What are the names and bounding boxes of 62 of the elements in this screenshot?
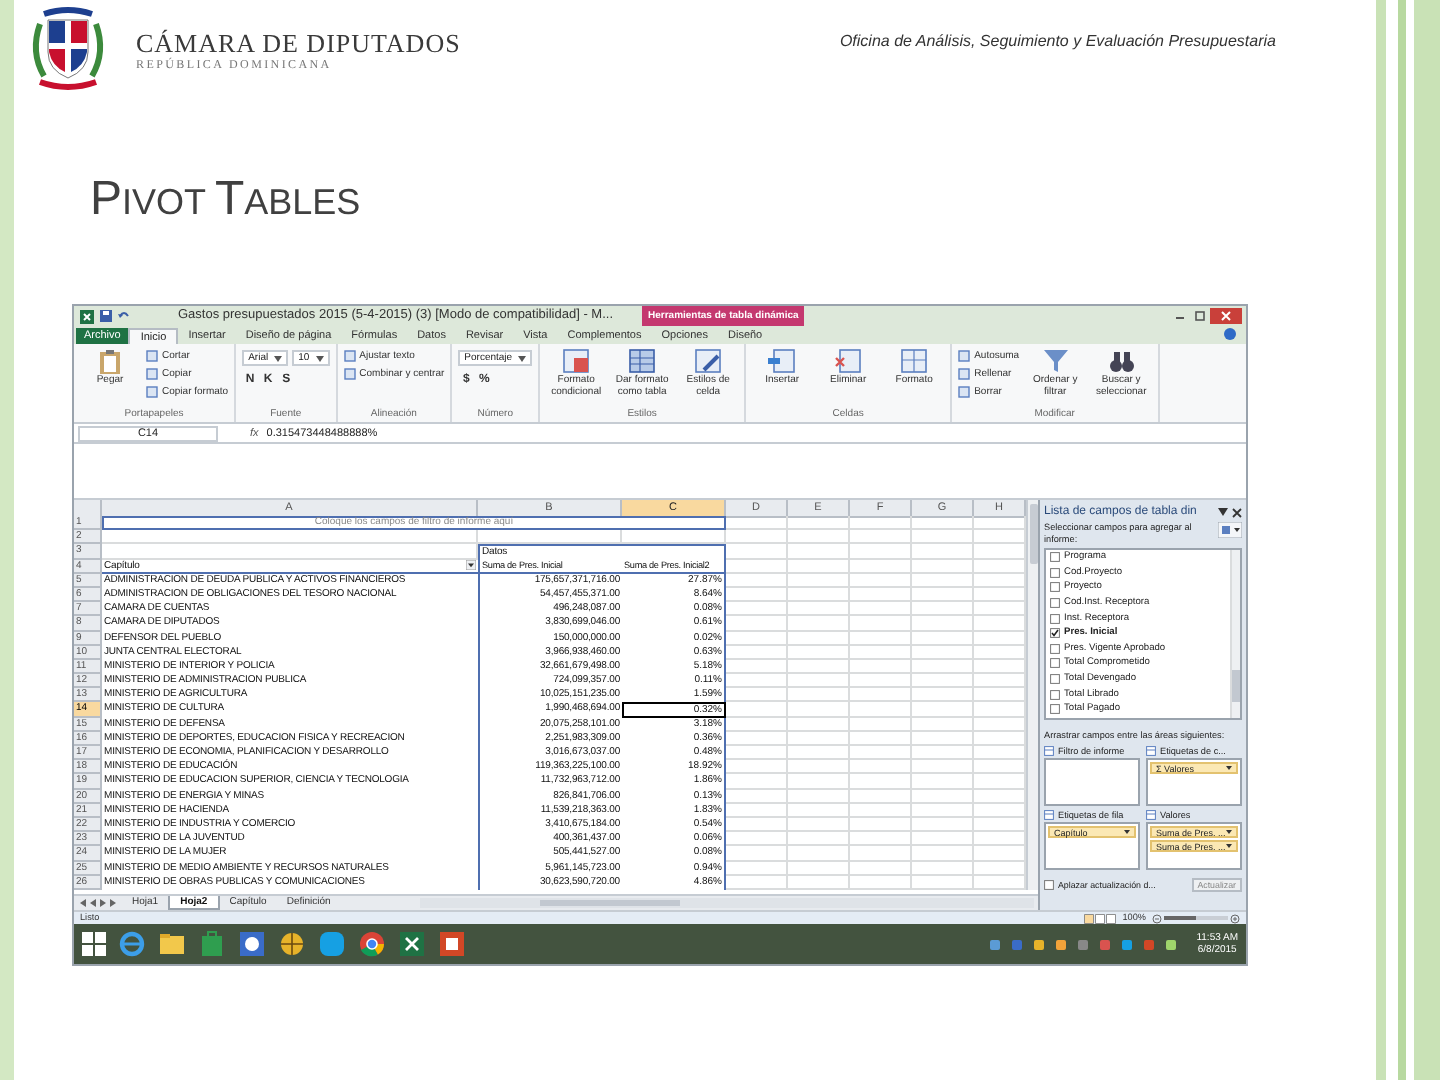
table-icon xyxy=(562,348,591,374)
area-icon xyxy=(1044,810,1054,820)
checkbox[interactable] xyxy=(1050,598,1060,609)
slide-title: PIVOT TABLES xyxy=(90,172,361,230)
caret-icon xyxy=(518,355,527,361)
browser-icon[interactable] xyxy=(118,930,146,958)
table-icon xyxy=(900,348,929,374)
vertical-scrollbar[interactable] xyxy=(1230,550,1240,718)
checkbox[interactable] xyxy=(1050,552,1060,563)
table-icon xyxy=(694,348,723,374)
folder-icon[interactable] xyxy=(158,930,186,958)
empty-cell[interactable] xyxy=(622,544,726,560)
checkbox[interactable] xyxy=(1050,628,1060,639)
layout-icon[interactable] xyxy=(1218,522,1242,538)
globe-icon[interactable] xyxy=(278,930,306,958)
area-icon xyxy=(1146,810,1156,820)
table-icon xyxy=(834,348,863,374)
vertical-scrollbar[interactable] xyxy=(1026,500,1038,890)
close-icon[interactable] xyxy=(1210,308,1242,324)
caret-icon xyxy=(1124,830,1130,834)
presentation-icon[interactable] xyxy=(438,930,466,958)
checkbox[interactable] xyxy=(1050,643,1060,654)
media-icon[interactable] xyxy=(238,930,266,958)
checkbox[interactable] xyxy=(1044,879,1054,889)
horizontal-scrollbar[interactable] xyxy=(420,898,1034,908)
caret-icon xyxy=(1226,830,1232,834)
checkbox[interactable] xyxy=(1050,613,1060,624)
table-icon xyxy=(628,348,657,374)
store-icon[interactable] xyxy=(198,930,226,958)
checkbox[interactable] xyxy=(1050,704,1060,715)
organization-name: CÁMARA DE DIPUTADOS xyxy=(136,30,461,58)
binoculars-icon xyxy=(1107,348,1136,374)
caret-icon xyxy=(315,355,324,361)
spreadsheet-icon xyxy=(80,309,94,323)
funnel-icon xyxy=(1041,348,1070,374)
maximize-icon[interactable] xyxy=(1190,308,1210,324)
checkbox[interactable] xyxy=(1050,582,1060,593)
table-icon xyxy=(768,348,797,374)
dropdown-icon[interactable] xyxy=(466,560,476,571)
zoom-in-icon[interactable] xyxy=(1230,913,1240,923)
round-app-icon[interactable] xyxy=(358,930,386,958)
close-icon[interactable] xyxy=(1232,507,1242,517)
checkbox[interactable] xyxy=(1050,674,1060,685)
dropdown-icon[interactable] xyxy=(1218,508,1228,516)
caret-icon xyxy=(1226,766,1232,770)
view-buttons-icon[interactable] xyxy=(1084,913,1117,923)
caret-icon xyxy=(1226,844,1232,848)
area-icon xyxy=(1044,746,1054,756)
windows-logo-icon[interactable] xyxy=(82,932,106,956)
checkbox[interactable] xyxy=(1050,658,1060,669)
area-icon xyxy=(1146,746,1156,756)
zoom-out-icon[interactable] xyxy=(1152,913,1162,923)
spreadsheet-icon[interactable] xyxy=(398,930,426,958)
undo-icon[interactable] xyxy=(118,310,130,322)
caret-icon xyxy=(274,355,283,361)
tab-navigation-icon[interactable] xyxy=(78,898,118,908)
checkbox[interactable] xyxy=(1050,689,1060,700)
checkbox[interactable] xyxy=(1050,567,1060,578)
save-icon[interactable] xyxy=(100,310,112,322)
help-icon[interactable] xyxy=(1222,326,1238,342)
office-name: Oficina de Análisis, Seguimiento y Evaluación Presupuestaria xyxy=(839,30,1276,54)
drop-area[interactable] xyxy=(1044,758,1140,806)
